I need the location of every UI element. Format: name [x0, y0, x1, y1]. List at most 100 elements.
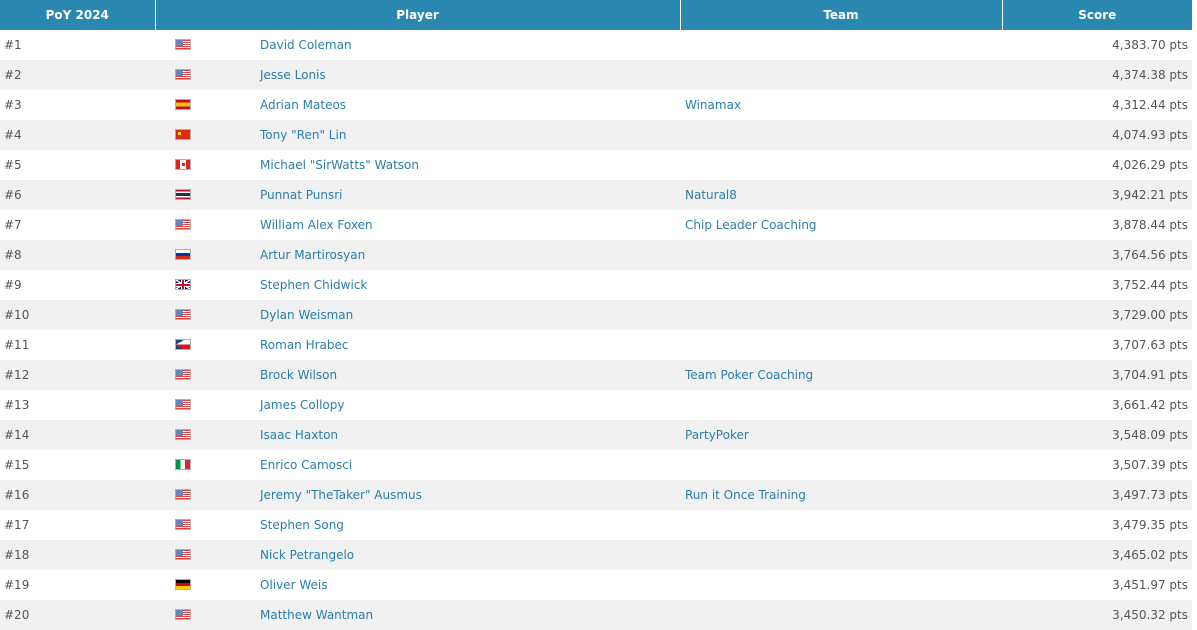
player-name-link[interactable]: Jeremy "TheTaker" Ausmus — [260, 488, 422, 502]
player-name-link[interactable]: James Collopy — [260, 398, 344, 412]
score-cell: 3,729.00 pts — [1112, 308, 1188, 322]
team-cell — [680, 60, 1002, 90]
player-name-link[interactable]: Matthew Wantman — [260, 608, 373, 622]
player-name-link[interactable]: Enrico Camosci — [260, 458, 352, 472]
team-cell: Natural8 — [680, 180, 1002, 210]
team-column-header[interactable]: Team — [680, 0, 1003, 30]
player-name-link[interactable]: Punnat Punsri — [260, 188, 342, 202]
rank-cell: #11 — [4, 338, 30, 352]
team-cell: Winamax — [680, 90, 1002, 120]
player-name-link[interactable]: David Coleman — [260, 38, 352, 52]
table-row: #10 Dylan Weisman 3,729.00 pts — [0, 300, 1192, 330]
score-cell: 3,450.32 pts — [1112, 608, 1188, 622]
rank-cell: #13 — [4, 398, 30, 412]
team-link[interactable]: Winamax — [685, 98, 741, 112]
team-cell: Run it Once Training — [680, 480, 1002, 510]
player-name-link[interactable]: Roman Hrabec — [260, 338, 349, 352]
ru-flag-icon — [175, 249, 191, 260]
player-name-link[interactable]: Artur Martirosyan — [260, 248, 365, 262]
score-cell: 3,704.91 pts — [1112, 368, 1188, 382]
table-header: PoY 2024 Player Team Score — [0, 0, 1192, 30]
rank-cell: #9 — [4, 278, 22, 292]
us-flag-icon — [175, 309, 191, 320]
rank-cell: #8 — [4, 248, 22, 262]
team-cell — [680, 270, 1002, 300]
player-cell: Roman Hrabec — [155, 330, 680, 360]
rank-cell: #19 — [4, 578, 30, 592]
us-flag-icon — [175, 609, 191, 620]
player-name-link[interactable]: Tony "Ren" Lin — [260, 128, 346, 142]
team-cell — [680, 390, 1002, 420]
rank-cell: #15 — [4, 458, 30, 472]
team-cell — [680, 120, 1002, 150]
table-row: #2 Jesse Lonis 4,374.38 pts — [0, 60, 1192, 90]
team-cell — [680, 300, 1002, 330]
team-link[interactable]: Run it Once Training — [685, 488, 806, 502]
score-cell: 3,764.56 pts — [1112, 248, 1188, 262]
player-cell: James Collopy — [155, 390, 680, 420]
score-cell: 3,707.63 pts — [1112, 338, 1188, 352]
team-cell — [680, 570, 1002, 600]
us-flag-icon — [175, 369, 191, 380]
rank-cell: #2 — [4, 68, 22, 82]
team-cell — [680, 540, 1002, 570]
table-row: #9 Stephen Chidwick 3,752.44 pts — [0, 270, 1192, 300]
team-cell: PartyPoker — [680, 420, 1002, 450]
us-flag-icon — [175, 399, 191, 410]
player-name-link[interactable]: Oliver Weis — [260, 578, 327, 592]
team-link[interactable]: Chip Leader Coaching — [685, 218, 817, 232]
player-name-link[interactable]: Stephen Song — [260, 518, 344, 532]
team-cell — [680, 330, 1002, 360]
score-cell: 3,497.73 pts — [1112, 488, 1188, 502]
player-name-link[interactable]: Brock Wilson — [260, 368, 337, 382]
player-name-link[interactable]: Adrian Mateos — [260, 98, 346, 112]
team-link[interactable]: Natural8 — [685, 188, 737, 202]
player-cell: Isaac Haxton — [155, 420, 680, 450]
table-row: #4 Tony "Ren" Lin 4,074.93 pts — [0, 120, 1192, 150]
player-cell: Adrian Mateos — [155, 90, 680, 120]
team-link[interactable]: PartyPoker — [685, 428, 749, 442]
player-cell: Punnat Punsri — [155, 180, 680, 210]
player-name-link[interactable]: Jesse Lonis — [260, 68, 326, 82]
score-cell: 3,507.39 pts — [1112, 458, 1188, 472]
player-name-link[interactable]: William Alex Foxen — [260, 218, 373, 232]
ca-flag-icon — [175, 159, 191, 170]
player-name-link[interactable]: Michael "SirWatts" Watson — [260, 158, 419, 172]
player-name-link[interactable]: Isaac Haxton — [260, 428, 338, 442]
rank-cell: #3 — [4, 98, 22, 112]
team-link[interactable]: Team Poker Coaching — [685, 368, 813, 382]
poy-column-header[interactable]: PoY 2024 — [0, 0, 156, 30]
player-name-link[interactable]: Stephen Chidwick — [260, 278, 367, 292]
es-flag-icon — [175, 99, 191, 110]
player-cell: Nick Petrangelo — [155, 540, 680, 570]
score-cell: 4,074.93 pts — [1112, 128, 1188, 142]
team-cell — [680, 450, 1002, 480]
score-cell: 3,479.35 pts — [1112, 518, 1188, 532]
table-row: #16 Jeremy "TheTaker" Ausmus Run it Once T… — [0, 480, 1192, 510]
team-cell — [680, 150, 1002, 180]
player-cell: Jeremy "TheTaker" Ausmus — [155, 480, 680, 510]
table-row: #12 Brock Wilson Team Poker Coaching 3,704.… — [0, 360, 1192, 390]
rank-cell: #14 — [4, 428, 30, 442]
player-column-header[interactable]: Player — [155, 0, 681, 30]
table-row: #8 Artur Martirosyan 3,764.56 pts — [0, 240, 1192, 270]
table-row: #6 Punnat Punsri Natural8 3,942.21 pts — [0, 180, 1192, 210]
cn-flag-icon — [175, 129, 191, 140]
player-cell: Stephen Song — [155, 510, 680, 540]
us-flag-icon — [175, 429, 191, 440]
table-row: #20 Matthew Wantman 3,450.32 pts — [0, 600, 1192, 630]
score-cell: 3,661.42 pts — [1112, 398, 1188, 412]
gb-flag-icon — [175, 279, 191, 290]
player-cell: Oliver Weis — [155, 570, 680, 600]
player-name-link[interactable]: Dylan Weisman — [260, 308, 353, 322]
player-cell: William Alex Foxen — [155, 210, 680, 240]
score-column-header[interactable]: Score — [1002, 0, 1192, 30]
player-cell: Artur Martirosyan — [155, 240, 680, 270]
table-row: #14 Isaac Haxton PartyPoker 3,548.09 pts — [0, 420, 1192, 450]
rank-cell: #1 — [4, 38, 22, 52]
poy-leaderboard-table: PoY 2024 Player Team Score #1 David Colem… — [0, 0, 1192, 630]
score-cell: 4,383.70 pts — [1112, 38, 1188, 52]
player-name-link[interactable]: Nick Petrangelo — [260, 548, 354, 562]
table-row: #19 Oliver Weis 3,451.97 pts — [0, 570, 1192, 600]
cz-flag-icon — [175, 339, 191, 350]
